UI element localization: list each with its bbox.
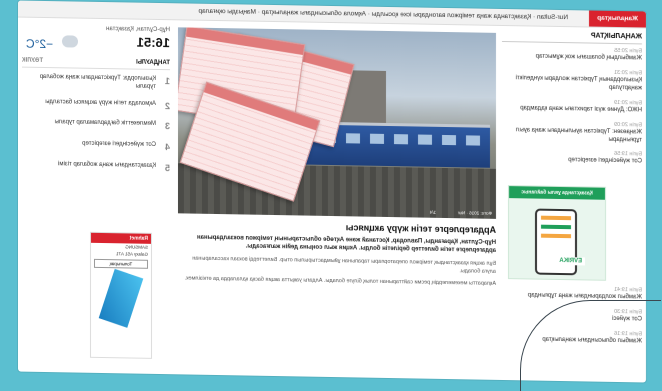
popular-link[interactable]: Сот жүйесіндегі өзгерістер <box>82 141 156 154</box>
news-link[interactable]: НЖО: Дүние жүзі тарихтағы жаңа қадамдар <box>520 105 642 113</box>
rank-number: 1 <box>164 76 170 87</box>
rank-number: 2 <box>164 100 170 111</box>
popular-link[interactable]: Қызылорда: Түркістандағы жаңа жобалар ту… <box>22 74 156 92</box>
news-ticker: Жаңалықтар Nur-Sultan · Қазақстанда жаңа… <box>18 0 646 29</box>
tab-featured[interactable]: ТАҢДАУЛЫ <box>136 60 170 67</box>
article-body: Ақпаратты мекемелердің ресми сайттарынан… <box>184 275 496 288</box>
photo-counter: 1/4 <box>429 209 436 215</box>
photo-credit: Фото: 2016 · Nur <box>457 210 492 216</box>
popular-link[interactable]: Мемлекеттік бағдарламалар туралы <box>55 119 157 132</box>
popular-item[interactable]: 2 Ақмолада тегін жүру акциясы басталды <box>22 98 170 112</box>
news-item[interactable]: Бүгін 20:09 Жаңаөзен: Түркістан ауылында… <box>502 120 642 145</box>
popular-item[interactable]: 4 Сот жүйесіндегі өзгерістер <box>22 140 170 154</box>
article-lead: Нұр-Сұлтан, Қарағанды, Павлодар, Қостана… <box>197 234 496 254</box>
popular-tabs: ТАҢДАУЛЫ ТӘУЛІК <box>22 57 170 71</box>
popular-list: 1 Қызылорда: Түркістандағы жаңа жобалар … <box>22 74 170 175</box>
news-item[interactable]: Бүгін 20:19 НЖО: Дүние жүзі тарихтағы жа… <box>502 98 642 115</box>
rank-number: 4 <box>164 142 170 153</box>
sidebar-banner-ad[interactable]: Rahmet SAMSUNG Galaxy A51 A71 Толығырақ <box>90 231 152 359</box>
ticker-tag[interactable]: Жаңалықтар <box>589 10 646 28</box>
city-label: Нұр-Сұлтан, Қазақстан <box>106 26 170 34</box>
banner-button[interactable]: Толығырақ <box>94 258 148 269</box>
news-feed-title: ЖАҢАЛЫҚТАР <box>502 30 642 45</box>
popular-item[interactable]: 5 Қазақстандағы жаңа жобалар тізімі <box>22 160 170 174</box>
article-photo[interactable]: Фото: 2016 · Nur 1/4 <box>178 27 496 219</box>
popular-item[interactable]: 3 Мемлекеттік бағдарламалар туралы <box>22 119 171 133</box>
article-body: Бұл акция қазақстандық теміржол оператор… <box>192 255 496 276</box>
popular-item[interactable]: 1 Қызылорда: Түркістандағы жаңа жобалар … <box>22 74 170 92</box>
rank-number: 5 <box>164 162 170 173</box>
news-feed: ЖАҢАЛЫҚТАР Бүгін 20:55 Жамбылдың болашағ… <box>502 30 642 174</box>
news-item[interactable]: Бүгін 20:31 Қызылорданың Түркістан жолда… <box>502 68 642 93</box>
ad-header: Қазақстанда ұялы байланыс <box>509 186 605 200</box>
advertisement[interactable]: Қазақстанда ұялы байланыс EVRIKA <box>508 185 606 281</box>
banner-line: Galaxy A51 A71 <box>115 251 148 257</box>
news-link[interactable]: Жамбылдың болашағы жоқ жұмыстар <box>536 54 642 62</box>
sidebar: Нұр-Сұлтан, Қазақстан 16:51 −2°C ТАҢДАУЛ… <box>22 25 170 359</box>
popular-link[interactable]: Ақмолада тегін жүру акциясы басталды <box>45 99 156 113</box>
news-link[interactable]: Жаңаөзен: Түркістан ауылындағы жаңа ауыл… <box>516 127 642 143</box>
ticker-text[interactable]: Nur-Sultan · Қазақстанда жаңа теміржол в… <box>198 4 568 26</box>
phone-illustration <box>535 208 577 276</box>
article-headline[interactable]: Ардагерлерге тегін жүру акциясы <box>178 219 496 235</box>
news-item[interactable]: Бүгін 19:56 Сот жүйесіндегі өзгерістер <box>502 149 642 166</box>
cloud-icon <box>62 35 78 48</box>
phone-illustration <box>98 268 144 328</box>
news-item[interactable]: Бүгін 20:55 Жамбылдың болашағы жоқ жұмыс… <box>502 46 642 63</box>
ad-logo: EVRIKA <box>556 256 585 266</box>
popular-link[interactable]: Қазақстандағы жаңа жобалар тізімі <box>58 161 156 174</box>
tab-daily[interactable]: ТӘУЛІК <box>22 58 43 64</box>
news-link[interactable]: Сот жүйесіндегі өзгерістер <box>568 158 642 165</box>
news-link[interactable]: Қызылорданың Түркістан жолдары күнделікт… <box>516 75 642 91</box>
temperature: −2°C <box>26 36 54 52</box>
main-article: Фото: 2016 · Nur 1/4 Ардагерлерге тегін … <box>178 27 496 293</box>
rank-number: 3 <box>164 121 170 132</box>
